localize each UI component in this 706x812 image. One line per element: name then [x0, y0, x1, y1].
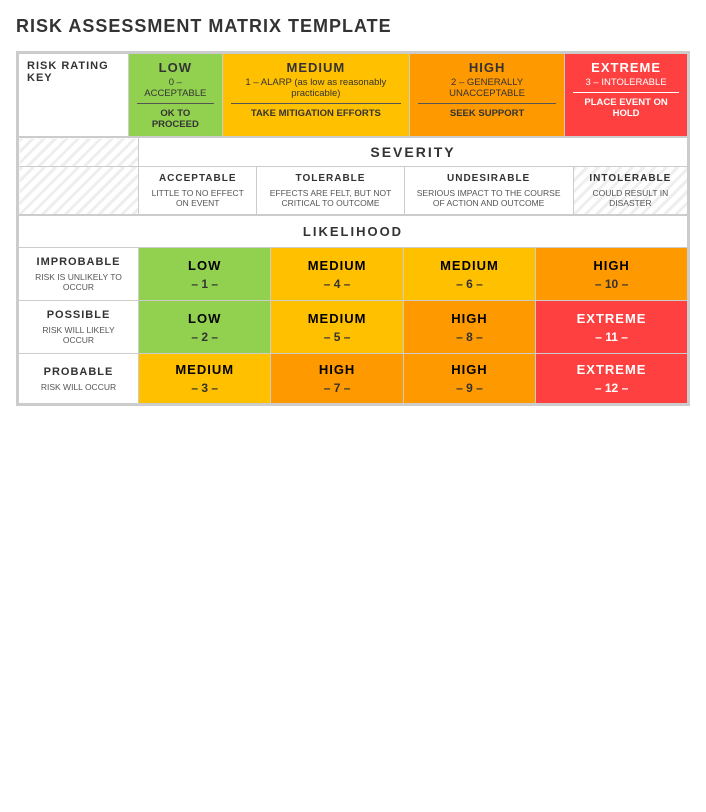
table-row: PROBABLE RISK WILL OCCUR MEDIUM – 3 – HI… [19, 354, 688, 404]
page-title: RISK ASSESSMENT MATRIX TEMPLATE [16, 16, 690, 37]
matrix-cell-1: LOW – 1 – [139, 248, 271, 301]
undesirable-title: UNDESIRABLE [413, 173, 565, 184]
severity-header: SEVERITY [139, 138, 688, 167]
rating-medium-cell: MEDIUM 1 – ALARP (as low as reasonably p… [222, 54, 409, 137]
possible-label: POSSIBLE RISK WILL LIKELY OCCUR [19, 301, 139, 354]
high-header: HIGH [418, 60, 556, 75]
severity-col-intolerable: INTOLERABLE COULD RESULT IN DISASTER [573, 167, 687, 215]
medium-header: MEDIUM [231, 60, 401, 75]
low-header: LOW [137, 60, 214, 75]
matrix-cell-2: LOW – 2 – [139, 301, 271, 354]
rating-key-label: RISK RATING KEY [19, 54, 129, 137]
probable-label: PROBABLE RISK WILL OCCUR [19, 354, 139, 404]
rating-extreme-cell: EXTREME 3 – INTOLERABLE PLACE EVENT ON H… [565, 54, 688, 137]
medium-action: TAKE MITIGATION EFFORTS [231, 108, 401, 119]
table-row: POSSIBLE RISK WILL LIKELY OCCUR LOW – 2 … [19, 301, 688, 354]
intolerable-desc: COULD RESULT IN DISASTER [582, 188, 679, 208]
improbable-label: IMPROBABLE RISK IS UNLIKELY TO OCCUR [19, 248, 139, 301]
matrix-cell-10: HIGH – 10 – [536, 248, 688, 301]
matrix-cell-9: HIGH – 9 – [403, 354, 535, 404]
medium-sub: 1 – ALARP (as low as reasonably practica… [231, 77, 401, 99]
rating-high-cell: HIGH 2 – GENERALLY UNACCEPTABLE SEEK SUP… [410, 54, 565, 137]
acceptable-desc: LITTLE TO NO EFFECT ON EVENT [147, 188, 248, 208]
intolerable-title: INTOLERABLE [582, 173, 679, 184]
matrix-cell-11: EXTREME – 11 – [536, 301, 688, 354]
high-action: SEEK SUPPORT [418, 108, 556, 119]
extreme-sub: 3 – INTOLERABLE [573, 77, 679, 88]
matrix-cell-4: MEDIUM – 4 – [271, 248, 403, 301]
low-sub: 0 – ACCEPTABLE [137, 77, 214, 99]
severity-hatch-top [19, 138, 139, 167]
low-action: OK TO PROCEED [137, 108, 214, 130]
likelihood-header: LIKELIHOOD [19, 216, 688, 248]
rating-low-cell: LOW 0 – ACCEPTABLE OK TO PROCEED [129, 54, 223, 137]
extreme-action: PLACE EVENT ON HOLD [573, 97, 679, 119]
severity-col-tolerable: TOLERABLE EFFECTS ARE FELT, BUT NOT CRIT… [257, 167, 404, 215]
severity-col-undesirable: UNDESIRABLE SERIOUS IMPACT TO THE COURSE… [404, 167, 573, 215]
acceptable-title: ACCEPTABLE [147, 173, 248, 184]
matrix-cell-12: EXTREME – 12 – [536, 354, 688, 404]
matrix-cell-5: MEDIUM – 5 – [271, 301, 403, 354]
matrix-cell-8: HIGH – 8 – [403, 301, 535, 354]
matrix-cell-3: MEDIUM – 3 – [139, 354, 271, 404]
severity-hatch-left [19, 167, 139, 215]
tolerable-title: TOLERABLE [265, 173, 395, 184]
extreme-header: EXTREME [573, 60, 679, 75]
matrix-cell-6: MEDIUM – 6 – [403, 248, 535, 301]
high-sub: 2 – GENERALLY UNACCEPTABLE [418, 77, 556, 99]
tolerable-desc: EFFECTS ARE FELT, BUT NOT CRITICAL TO OU… [265, 188, 395, 208]
undesirable-desc: SERIOUS IMPACT TO THE COURSE OF ACTION A… [413, 188, 565, 208]
matrix-cell-7: HIGH – 7 – [271, 354, 403, 404]
table-row: IMPROBABLE RISK IS UNLIKELY TO OCCUR LOW… [19, 248, 688, 301]
severity-col-acceptable: ACCEPTABLE LITTLE TO NO EFFECT ON EVENT [139, 167, 257, 215]
